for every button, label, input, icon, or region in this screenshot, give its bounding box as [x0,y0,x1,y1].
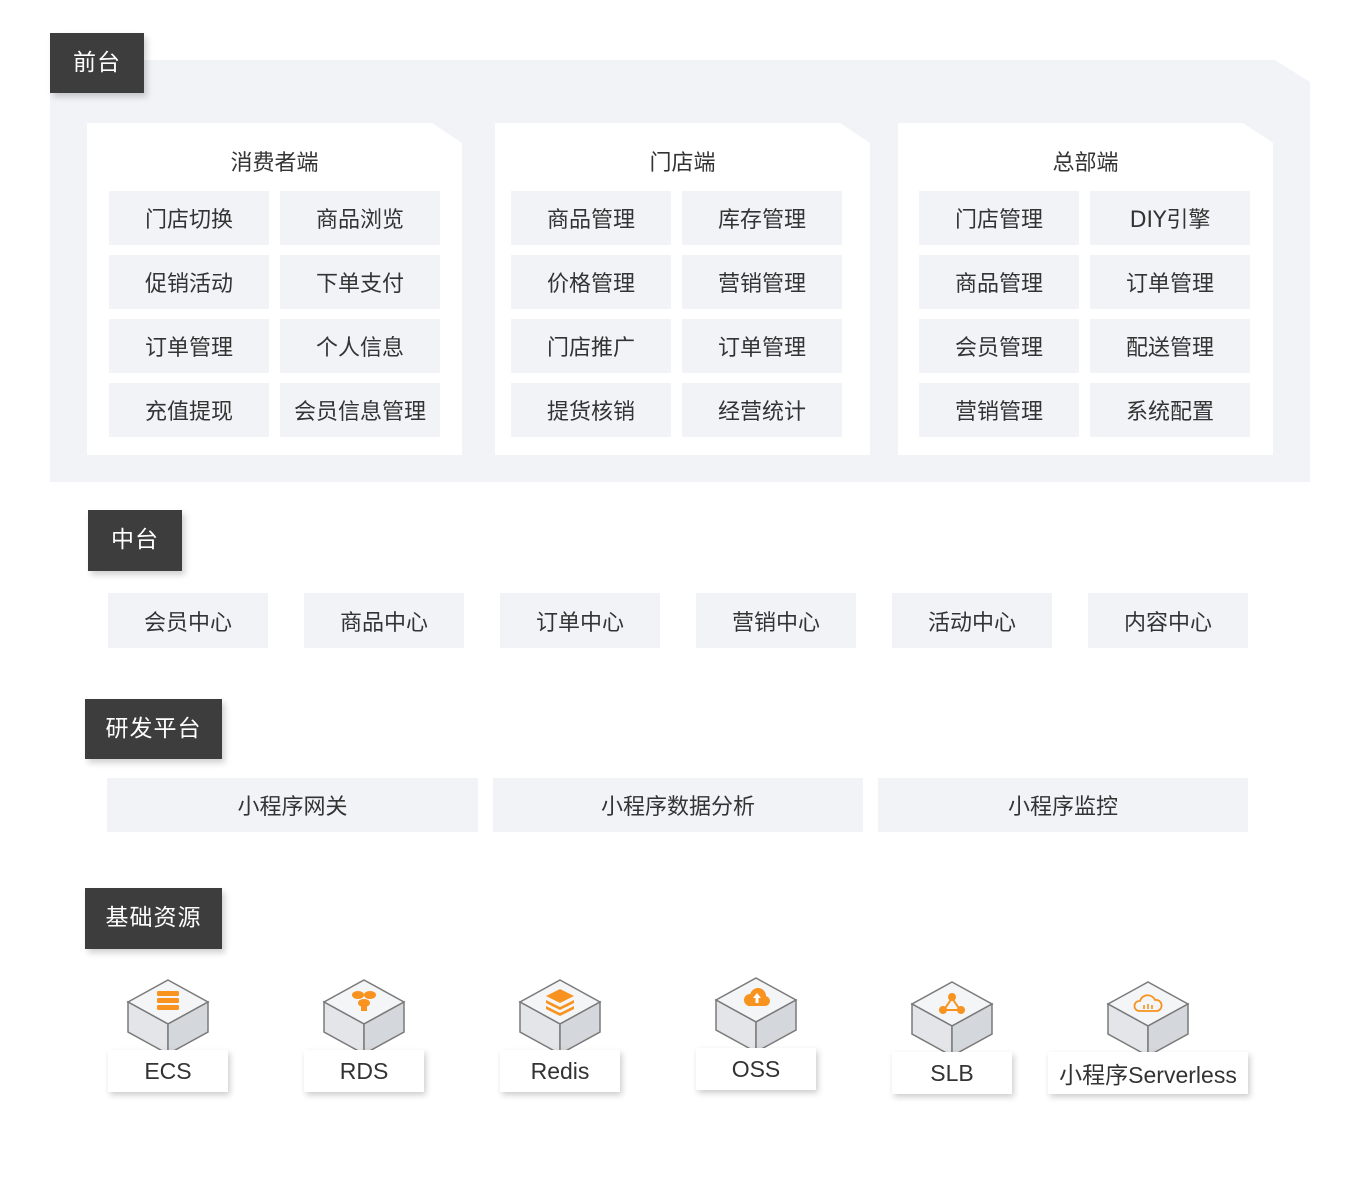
front-layer-label: 前台 [73,49,121,76]
consumer-item[interactable]: 订单管理 [109,319,269,373]
consumer-item[interactable]: 充值提现 [109,383,269,437]
middle-item[interactable]: 订单中心 [500,593,660,648]
infra-layer-label: 基础资源 [105,905,202,931]
store-item[interactable]: 库存管理 [682,191,842,245]
store-item[interactable]: 营销管理 [682,255,842,309]
infra-resource-oss[interactable]: OSS [676,976,836,1096]
middle-layer-tag: 中台 [88,510,182,571]
server-stack-icon [126,979,210,1056]
consumer-item[interactable]: 促销活动 [109,255,269,309]
store-item[interactable]: 提货核销 [511,383,671,437]
store-item[interactable]: 商品管理 [511,191,671,245]
infra-resource-label: SLB [892,1052,1012,1094]
infra-resource-redis[interactable]: Redis [480,978,640,1098]
store-item[interactable]: 订单管理 [682,319,842,373]
hq-item[interactable]: DIY引擎 [1090,191,1250,245]
devplatform-layer-label: 研发平台 [105,715,202,742]
consumer-item[interactable]: 个人信息 [280,319,440,373]
devplatform-item[interactable]: 小程序网关 [107,778,478,832]
consumer-item[interactable]: 下单支付 [280,255,440,309]
middle-item[interactable]: 会员中心 [108,593,268,648]
hq-item[interactable]: 门店管理 [919,191,1079,245]
consumer-item[interactable]: 门店切换 [109,191,269,245]
middle-item[interactable]: 内容中心 [1088,593,1248,648]
consumer-item[interactable]: 会员信息管理 [280,383,440,437]
load-balancer-icon [910,981,994,1058]
cloud-server-icon [1106,981,1190,1058]
devplatform-item[interactable]: 小程序数据分析 [493,778,863,832]
hq-item[interactable]: 商品管理 [919,255,1079,309]
infra-resource-rds[interactable]: RDS [284,978,444,1098]
consumer-card-title: 消费者端 [230,151,319,176]
hq-card: 总部端 门店管理 DIY引擎 商品管理 订单管理 会员管理 配送管理 营销管理 … [898,123,1273,455]
middle-item[interactable]: 营销中心 [696,593,856,648]
infra-resource-serverless[interactable]: 小程序Serverless [1048,980,1248,1100]
consumer-item[interactable]: 商品浏览 [280,191,440,245]
devplatform-layer-tag: 研发平台 [85,699,222,759]
hq-item[interactable]: 配送管理 [1090,319,1250,373]
middle-layer-label: 中台 [111,527,159,553]
front-layer-tag: 前台 [50,33,144,93]
infra-resource-label: 小程序Serverless [1048,1052,1248,1094]
hq-item[interactable]: 系统配置 [1090,383,1250,437]
middle-item[interactable]: 活动中心 [892,593,1052,648]
store-card: 门店端 商品管理 库存管理 价格管理 营销管理 门店推广 订单管理 提货核销 经… [495,123,870,455]
infra-resource-label: ECS [108,1050,228,1092]
infra-resource-label: OSS [696,1048,816,1090]
devplatform-item[interactable]: 小程序监控 [878,778,1248,832]
infra-resource-ecs[interactable]: ECS [88,978,248,1098]
hq-item[interactable]: 会员管理 [919,319,1079,373]
store-card-title: 门店端 [649,151,716,176]
store-item[interactable]: 门店推广 [511,319,671,373]
hq-item[interactable]: 订单管理 [1090,255,1250,309]
consumer-card: 消费者端 门店切换 商品浏览 促销活动 下单支付 订单管理 个人信息 充值提现 … [87,123,462,455]
infra-layer-tag: 基础资源 [85,888,222,949]
infra-resource-label: Redis [500,1050,620,1092]
middle-item[interactable]: 商品中心 [304,593,464,648]
hq-item[interactable]: 营销管理 [919,383,1079,437]
store-item[interactable]: 价格管理 [511,255,671,309]
hq-card-title: 总部端 [1052,151,1119,176]
redis-layers-icon [518,979,602,1056]
store-item[interactable]: 经营统计 [682,383,842,437]
infra-resource-slb[interactable]: SLB [872,980,1032,1100]
infra-resource-label: RDS [304,1050,424,1092]
database-cluster-icon [322,979,406,1056]
cloud-upload-icon [714,977,798,1054]
